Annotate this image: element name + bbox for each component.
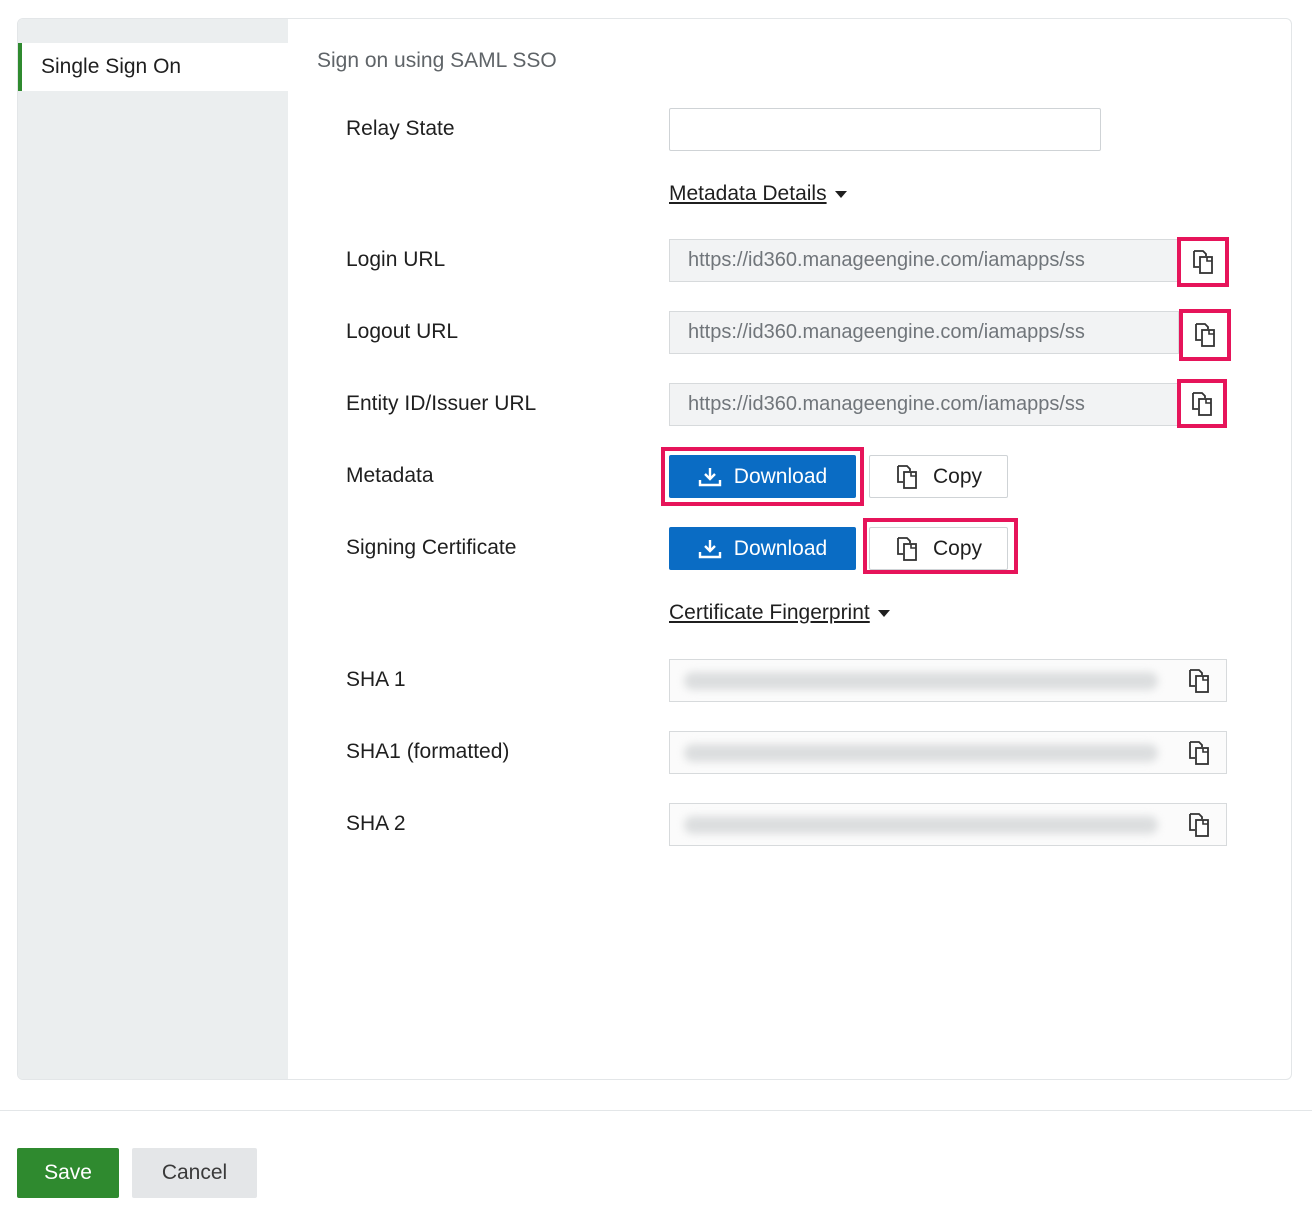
sidebar: Single Sign On (18, 19, 288, 1079)
certificate-fingerprint-label: Certificate Fingerprint (669, 601, 870, 624)
sha1-formatted-label: SHA1 (formatted) (346, 740, 510, 763)
sha1-formatted-field (669, 731, 1227, 774)
metadata-details-label: Metadata Details (669, 182, 827, 205)
relay-state-label: Relay State (346, 117, 455, 140)
footer-divider (0, 1110, 1312, 1111)
caret-down-icon (877, 609, 890, 617)
download-icon (698, 467, 721, 486)
certificate-copy-button[interactable]: Copy (869, 527, 1008, 570)
copy-icon (897, 464, 917, 489)
settings-panel: Single Sign On (17, 18, 1292, 1080)
save-button[interactable]: Save (17, 1148, 119, 1198)
sidebar-item-single-sign-on[interactable]: Single Sign On (18, 43, 288, 91)
sha1-field (669, 659, 1227, 702)
section-title: Sign on using SAML SSO (317, 49, 557, 72)
sha1-copy-button[interactable] (1176, 660, 1222, 701)
metadata-download-label: Download (733, 464, 828, 488)
certificate-fingerprint-toggle[interactable]: Certificate Fingerprint (669, 601, 890, 625)
sha2-label: SHA 2 (346, 812, 406, 835)
sha2-field (669, 803, 1227, 846)
logout-url-label: Logout URL (346, 320, 459, 343)
copy-icon (1192, 391, 1212, 416)
login-url-label: Login URL (346, 248, 446, 271)
copy-icon (897, 536, 917, 561)
cancel-button[interactable]: Cancel (132, 1148, 257, 1198)
download-icon (698, 539, 721, 558)
certificate-download-button[interactable]: Download (669, 527, 856, 570)
copy-icon (1189, 668, 1209, 693)
entity-id-copy-button[interactable] (1177, 379, 1227, 428)
caret-down-icon (834, 190, 847, 198)
metadata-copy-label: Copy (932, 464, 983, 488)
certificate-copy-label: Copy (932, 536, 983, 560)
relay-state-input[interactable] (669, 108, 1101, 151)
copy-icon (1189, 812, 1209, 837)
login-url-copy-button[interactable] (1177, 237, 1229, 287)
sha1-label: SHA 1 (346, 668, 406, 691)
metadata-copy-button[interactable]: Copy (869, 455, 1008, 498)
sha1-formatted-copy-button[interactable] (1176, 732, 1222, 773)
copy-icon (1193, 250, 1213, 274)
redacted-value (684, 816, 1158, 834)
metadata-download-button[interactable]: Download (669, 455, 856, 498)
copy-icon (1195, 323, 1215, 347)
metadata-label: Metadata (346, 464, 434, 487)
entity-id-field: https://id360.manageengine.com/iamapps/s… (669, 383, 1179, 426)
login-url-field: https://id360.manageengine.com/iamapps/s… (669, 239, 1179, 282)
redacted-value (684, 672, 1158, 690)
logout-url-field: https://id360.manageengine.com/iamapps/s… (669, 311, 1179, 354)
certificate-download-label: Download (733, 536, 828, 560)
sha2-copy-button[interactable] (1176, 804, 1222, 845)
entity-id-label: Entity ID/Issuer URL (346, 392, 537, 415)
metadata-details-toggle[interactable]: Metadata Details (669, 182, 847, 206)
signing-certificate-label: Signing Certificate (346, 536, 517, 559)
logout-url-copy-button[interactable] (1179, 309, 1231, 361)
copy-icon (1189, 740, 1209, 765)
redacted-value (684, 744, 1158, 762)
